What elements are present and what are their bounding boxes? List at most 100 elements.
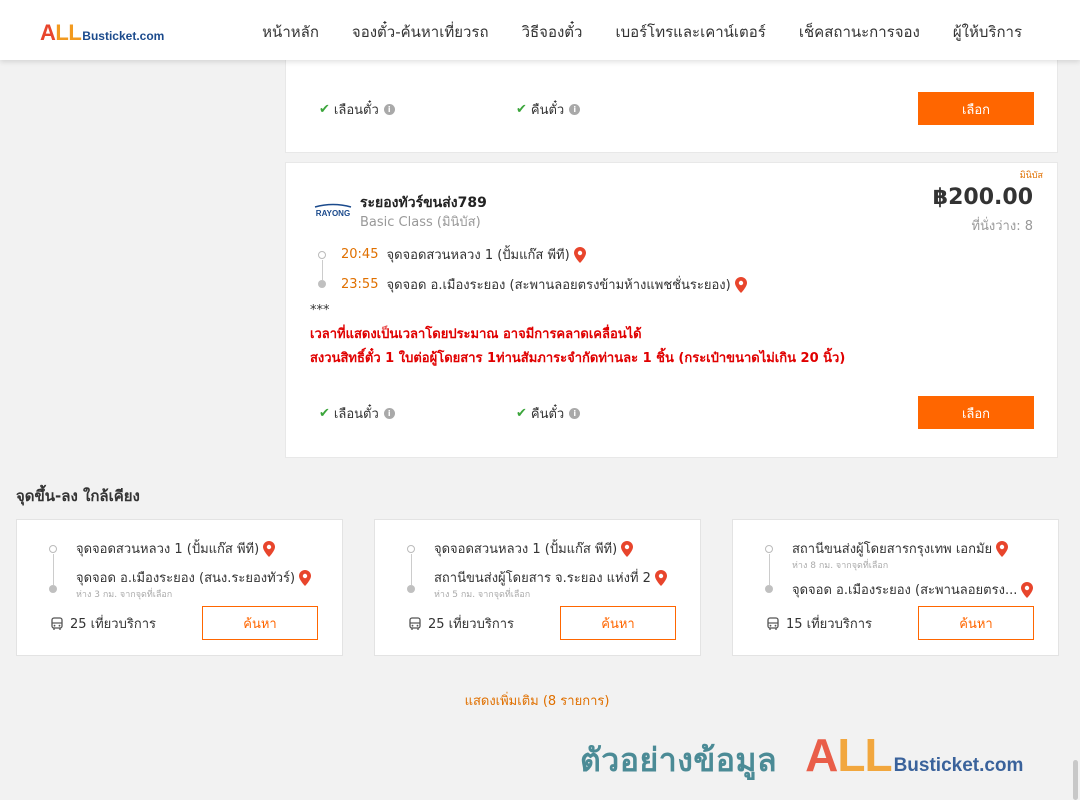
trip-notice: *** เวลาที่แสดงเป็นเวลาโดยประมาณ อาจมีกา…: [310, 303, 845, 368]
nav-phone-counters[interactable]: เบอร์โทรและเคาน์เตอร์: [615, 20, 765, 44]
notice-line-2: สงวนสิทธิ์ตั๋ว 1 ใบต่อผู้โดยสาร 1ท่านสัม…: [310, 351, 846, 366]
show-more-link[interactable]: แสดงเพิ่มเติม (8 รายการ): [0, 690, 1074, 711]
nav-operators[interactable]: ผู้ให้บริการ: [953, 20, 1022, 44]
arrival-dot: [318, 280, 326, 288]
distance-note: ห่าง 5 กม. จากจุดที่เลือก: [434, 590, 531, 600]
refund-label: คืนตั๋ว: [530, 103, 565, 118]
to-dot: [407, 585, 415, 593]
departure-dot: [318, 251, 326, 259]
map-pin-icon[interactable]: [299, 569, 312, 586]
map-pin-icon[interactable]: [654, 569, 667, 586]
trip-count-label: 25 เที่ยวบริการ: [428, 617, 514, 632]
map-pin-icon[interactable]: [1021, 581, 1034, 598]
trip-count-label: 15 เที่ยวบริการ: [786, 617, 872, 632]
route-line: [769, 554, 770, 585]
route-line: [411, 554, 412, 585]
nav-check-booking[interactable]: เช็คสถานะการจอง: [799, 20, 920, 44]
check-icon: ✔: [319, 406, 330, 421]
watermark-logo-all: ALL: [805, 729, 892, 781]
select-trip-button[interactable]: เลือก: [918, 396, 1034, 429]
sample-data-watermark: ตัวอย่างข้อมูล ALL Busticket.com: [580, 728, 1023, 786]
notice-stars: ***: [310, 303, 330, 318]
nav-how-to-book[interactable]: วิธีจองตั๋ว: [522, 20, 583, 44]
to-stop-label: จุดจอด อ.เมืองระยอง (สนง.ระยองทัวร์): [76, 571, 296, 586]
nearby-search-button[interactable]: ค้นหา: [560, 606, 676, 640]
check-icon: ✔: [516, 406, 527, 421]
distance-note: ห่าง 3 กม. จากจุดที่เลือก: [76, 590, 173, 600]
from-stop-label: จุดจอดสวนหลวง 1 (ปั้มแก๊ส พีที): [434, 542, 618, 557]
watermark-logo-busticket: Busticket.com: [893, 755, 1024, 776]
to-stop-label: สถานีขนส่งผู้โดยสาร จ.ระยอง แห่งที่ 2: [434, 571, 651, 586]
map-pin-icon[interactable]: [573, 246, 586, 263]
arrival-row: 23:55 จุดจอด อ.เมืองระยอง (สะพานลอยตรงข้…: [341, 274, 747, 295]
logo-all-text: ALL: [40, 20, 82, 45]
refund-label: คืนตั๋ว: [530, 407, 565, 422]
trip-card: มินิบัส RAYONG ระยองทัวร์ขนส่ง789 Basic …: [285, 162, 1058, 458]
check-icon: ✔: [319, 102, 330, 117]
from-dot: [407, 545, 415, 553]
bus-icon: [767, 616, 779, 630]
nearby-to-stop: จุดจอด อ.เมืองระยอง (สนง.ระยองทัวร์): [76, 567, 312, 588]
to-dot: [765, 585, 773, 593]
info-icon[interactable]: i: [383, 104, 395, 115]
trip-count: 25 เที่ยวบริการ: [408, 613, 514, 634]
trip-price: ฿200.00: [932, 185, 1033, 210]
select-trip-button[interactable]: เลือก: [918, 92, 1034, 125]
nearby-card: จุดจอดสวนหลวง 1 (ปั้มแก๊ส พีที) จุดจอด อ…: [16, 519, 343, 656]
seat-selection-feature: ✔ เลือนตั๋ว i: [319, 403, 395, 424]
from-stop-label: จุดจอดสวนหลวง 1 (ปั้มแก๊ส พีที): [76, 542, 260, 557]
nearby-to-stop: จุดจอด อ.เมืองระยอง (สะพานลอยตรง...: [792, 579, 1034, 600]
notice-line-1: เวลาที่แสดงเป็นเวลาโดยประมาณ อาจมีการคลา…: [310, 327, 642, 342]
route-line: [322, 260, 323, 280]
check-icon: ✔: [516, 102, 527, 117]
nav-home[interactable]: หน้าหลัก: [262, 20, 319, 44]
scrollbar-thumb[interactable]: [1073, 760, 1078, 800]
nearby-search-button[interactable]: ค้นหา: [202, 606, 318, 640]
map-pin-icon[interactable]: [734, 276, 747, 293]
seat-selection-feature: ✔ เลือนตั๋ว i: [319, 99, 395, 120]
trip-count: 15 เที่ยวบริการ: [766, 613, 872, 634]
map-pin-icon[interactable]: [996, 540, 1009, 557]
svg-text:RAYONG: RAYONG: [316, 209, 350, 218]
nearby-section-title: จุดขึ้น-ลง ใกล้เคียง: [16, 487, 140, 505]
page-scrollbar[interactable]: [1070, 60, 1080, 800]
map-pin-icon[interactable]: [263, 540, 276, 557]
bus-type-tag: มินิบัส: [1019, 171, 1043, 181]
operator-logo: RAYONG: [314, 203, 352, 218]
from-dot: [765, 545, 773, 553]
seat-selection-label: เลือนตั๋ว: [333, 103, 379, 118]
info-icon[interactable]: i: [569, 104, 581, 115]
to-dot: [49, 585, 57, 593]
departure-row: 20:45 จุดจอดสวนหลวง 1 (ปั้มแก๊ส พีที): [341, 244, 586, 265]
nearby-from-stop: จุดจอดสวนหลวง 1 (ปั้มแก๊ส พีที): [76, 538, 276, 559]
info-icon[interactable]: i: [569, 408, 581, 419]
main-nav: หน้าหลัก จองตั๋ว-ค้นหาเที่ยวรถ วิธีจองตั…: [229, 20, 1022, 44]
map-pin-icon[interactable]: [621, 540, 634, 557]
to-stop-label: จุดจอด อ.เมืองระยอง (สะพานลอยตรง...: [792, 583, 1018, 598]
bus-class: Basic Class (มินิบัส): [360, 215, 481, 230]
distance-note: ห่าง 8 กม. จากจุดที่เลือก: [792, 561, 889, 571]
nearby-search-button[interactable]: ค้นหา: [918, 606, 1034, 640]
route-line: [53, 554, 54, 585]
from-dot: [49, 545, 57, 553]
site-logo[interactable]: ALL Busticket.com: [40, 20, 164, 46]
trip-count-label: 25 เที่ยวบริการ: [70, 617, 156, 632]
bus-icon: [409, 616, 421, 630]
refund-feature: ✔ คืนตั๋ว i: [516, 99, 581, 120]
trip-count: 25 เที่ยวบริการ: [50, 613, 156, 634]
arrival-time: 23:55: [341, 277, 379, 292]
nearby-card: สถานีขนส่งผู้โดยสารกรุงเทพ เอกมัย ห่าง 8…: [732, 519, 1059, 656]
trip-card-previous: ✔ เลือนตั๋ว i ✔ คืนตั๋ว i เลือก: [285, 60, 1058, 153]
nearby-to-stop: สถานีขนส่งผู้โดยสาร จ.ระยอง แห่งที่ 2: [434, 567, 667, 588]
nearby-from-stop: จุดจอดสวนหลวง 1 (ปั้มแก๊ส พีที): [434, 538, 634, 559]
from-stop-label: สถานีขนส่งผู้โดยสารกรุงเทพ เอกมัย: [792, 542, 993, 557]
info-icon[interactable]: i: [383, 408, 395, 419]
logo-busticket-text: Busticket.com: [82, 29, 165, 43]
refund-feature: ✔ คืนตั๋ว i: [516, 403, 581, 424]
arrival-stop: จุดจอด อ.เมืองระยอง (สะพานลอยตรงข้ามห้าง…: [386, 278, 731, 293]
nearby-card: จุดจอดสวนหลวง 1 (ปั้มแก๊ส พีที) สถานีขนส…: [374, 519, 701, 656]
nearby-from-stop: สถานีขนส่งผู้โดยสารกรุงเทพ เอกมัย: [792, 538, 1009, 559]
departure-time: 20:45: [341, 247, 379, 262]
nav-book-search[interactable]: จองตั๋ว-ค้นหาเที่ยวรถ: [352, 20, 489, 44]
available-seats: ที่นั่งว่าง: 8: [971, 219, 1033, 234]
